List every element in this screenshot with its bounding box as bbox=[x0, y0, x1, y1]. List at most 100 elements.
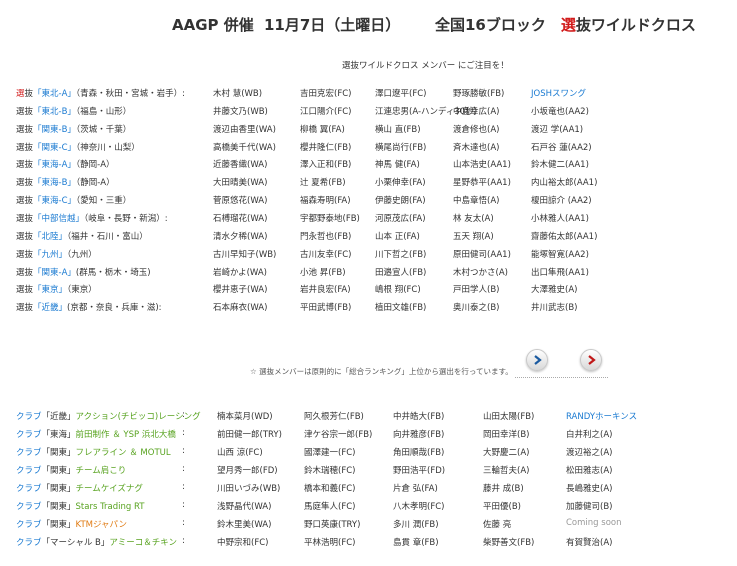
member-name: 齋藤佑太郎(AA1) bbox=[531, 231, 598, 242]
member-name: 望月秀一郎(FD) bbox=[217, 466, 278, 476]
member-name: 野田浩平(FD) bbox=[393, 466, 446, 476]
ba-label: 抜 bbox=[24, 285, 34, 296]
team-name[interactable]: アミーコ＆チキン bbox=[109, 538, 177, 548]
member-name: 岡田幸洋(B) bbox=[483, 430, 530, 440]
divider bbox=[515, 377, 608, 378]
club-region: 「関東」 bbox=[41, 466, 76, 476]
member-name: 小池 昇(FB) bbox=[300, 267, 346, 278]
chevron-right-icon bbox=[534, 355, 542, 365]
selection-header: 選抜「九州」（九州） bbox=[16, 248, 97, 260]
member-name: 島貫 章(FB) bbox=[393, 538, 439, 548]
team-name[interactable]: チーム肩こり bbox=[76, 466, 127, 476]
member-name: 八木孝明(FC) bbox=[393, 502, 445, 512]
intro-text: 選抜ワイルドクロス メンバー にご注目を！ bbox=[342, 61, 509, 71]
member-link[interactable]: JOSHスワング bbox=[531, 87, 586, 99]
team-name[interactable]: Stars Trading RT bbox=[76, 502, 145, 512]
member-name: 渡辺 学(AA1) bbox=[531, 124, 584, 135]
member-name: 長嶋雅史(A) bbox=[566, 484, 613, 494]
member-name: 能塚智寛(AA2) bbox=[531, 249, 589, 260]
member-name: 古川友幸(FC) bbox=[300, 249, 352, 260]
area-label: （愛知・三重） bbox=[76, 196, 132, 207]
sen-label: 選 bbox=[16, 213, 25, 224]
region-label[interactable]: 「東京」 bbox=[33, 285, 67, 295]
member-name: 白井利之(A) bbox=[566, 430, 613, 440]
team-name[interactable]: チームケイズナグ bbox=[76, 484, 143, 494]
member-name: 渡辺裕之(A) bbox=[566, 448, 613, 458]
ba-label: 抜 bbox=[24, 196, 34, 207]
member-name: 田邉宣人(FB) bbox=[375, 267, 427, 278]
team-name[interactable]: 前田制作 ＆ YSP 浜北大橋 bbox=[76, 430, 176, 440]
member-name: 野琢勝敏(FB) bbox=[453, 89, 505, 99]
ba-label: 抜 bbox=[24, 106, 34, 117]
sen-label: 選 bbox=[16, 267, 25, 278]
member-name: 木村 慧(WB) bbox=[213, 89, 263, 99]
region-label[interactable]: 「東海-B」 bbox=[33, 178, 76, 188]
member-name: 宇都野泰地(FB) bbox=[300, 213, 360, 224]
sen-label: 選 bbox=[16, 249, 25, 260]
member-name: 加藤健司(B) bbox=[566, 502, 613, 512]
area-label: （九州） bbox=[67, 249, 97, 260]
region-label[interactable]: 「北陸」 bbox=[33, 232, 67, 242]
area-label: （青森・秋田・宮城・岩手）: bbox=[75, 89, 186, 99]
ba-label: 抜 bbox=[24, 89, 34, 99]
region-label[interactable]: 「関東-C」 bbox=[33, 143, 76, 153]
selection-header: 選抜「中部信越」（岐阜・長野・新潟）: bbox=[16, 212, 168, 224]
member-name: 古川早知子(WB) bbox=[213, 249, 277, 260]
region-label[interactable]: 「関東-A」 bbox=[33, 268, 76, 278]
member-name: 菅原悠花(WA) bbox=[213, 196, 268, 207]
selection-header: 選抜「関東-C」（神奈川・山梨） bbox=[16, 141, 140, 153]
title-date: 11月7日（土曜日） bbox=[264, 16, 401, 34]
region-label[interactable]: 「九州」 bbox=[33, 250, 67, 260]
area-label: （静岡-A） bbox=[75, 178, 115, 189]
region-label[interactable]: 「東北-A」 bbox=[33, 89, 76, 99]
area-label: （福島・山形） bbox=[75, 106, 132, 117]
member-name: 高橋美千代(WA) bbox=[213, 142, 276, 153]
region-label[interactable]: 「関東-B」 bbox=[33, 125, 76, 135]
member-name: 岩井良宏(FA) bbox=[300, 285, 351, 296]
member-name: 山本 正(FA) bbox=[375, 231, 420, 242]
sen-label: 選 bbox=[16, 196, 25, 207]
member-link[interactable]: RANDYホーキンス bbox=[566, 410, 637, 422]
region-label[interactable]: 「東海-A」 bbox=[33, 160, 76, 170]
member-name: 片倉 弘(FA) bbox=[393, 484, 438, 494]
club-label: クラブ bbox=[16, 466, 42, 476]
member-name: 川下哲之(FB) bbox=[375, 249, 427, 260]
region-label[interactable]: 「東海-C」 bbox=[33, 196, 76, 206]
club-header: クラブ「近畿」アクション(チビッコ)レーシング bbox=[16, 410, 201, 422]
club-header: クラブ「関東」チームケイズナグ bbox=[16, 482, 143, 494]
area-label: （東京） bbox=[67, 285, 97, 296]
member-name: 向井雅彦(FB) bbox=[393, 430, 445, 440]
member-name: 近藤香織(WA) bbox=[213, 160, 268, 171]
region-label[interactable]: 「東北-B」 bbox=[33, 107, 76, 117]
member-name: 平田武博(FB) bbox=[300, 303, 352, 314]
team-name[interactable]: フレアライン ＆ MOTUL bbox=[76, 448, 171, 458]
team-name[interactable]: KTMジャパン bbox=[76, 520, 127, 530]
club-region: 「関東」 bbox=[41, 448, 76, 458]
member-name: 澤入正和(FB) bbox=[300, 160, 352, 171]
club-region: 「近畿」 bbox=[41, 412, 76, 422]
member-name: 前田健一郎(TRY) bbox=[217, 430, 282, 440]
sen-label: 選 bbox=[16, 89, 25, 99]
member-name: 清水夕稀(WA) bbox=[213, 231, 268, 242]
area-label: （静岡-A） bbox=[75, 160, 115, 171]
member-name: 山本浩史(AA1) bbox=[453, 160, 511, 171]
area-label: （福井・石川・富山） bbox=[67, 231, 148, 242]
member-name: 大田晴美(WA) bbox=[213, 178, 268, 189]
sen-label: 選 bbox=[16, 231, 25, 242]
prev-button[interactable] bbox=[526, 349, 548, 371]
sen-label: 選 bbox=[16, 106, 25, 117]
member-name: 山田太陽(FB) bbox=[483, 412, 535, 422]
page-title: AAGP 併催 11月7日（土曜日） 全国16ブロック 選抜ワイルドクロス bbox=[172, 14, 696, 35]
member-name: 小栗伸幸(FA) bbox=[375, 178, 426, 189]
member-name: 三輪哲夫(A) bbox=[483, 466, 530, 476]
selection-header: 選抜「北陸」（福井・石川・富山） bbox=[16, 230, 148, 242]
colon-sep: : bbox=[182, 410, 185, 420]
next-button[interactable] bbox=[580, 349, 602, 371]
region-label[interactable]: 「中部信越」 bbox=[33, 214, 84, 224]
member-name: 柳橋 翼(FA) bbox=[300, 124, 345, 135]
member-name: 林 友太(A) bbox=[453, 213, 494, 224]
member-name: 中島幸広(A) bbox=[453, 106, 500, 117]
club-header: クラブ「関東」フレアライン ＆ MOTUL bbox=[16, 446, 171, 458]
area-label: (群馬・栃木・埼玉) bbox=[75, 267, 151, 278]
region-label[interactable]: 「近畿」 bbox=[33, 303, 67, 313]
